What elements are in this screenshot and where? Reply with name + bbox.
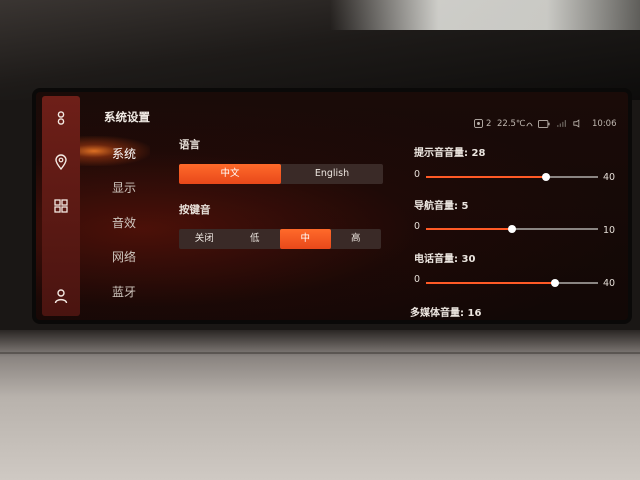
language-label: 语言 [179,139,200,151]
prompt-volume-value: 28 [471,148,486,159]
key-tone-label: 按键音 [179,204,211,216]
prompt-volume-max: 40 [603,172,616,183]
phone-volume-fill [426,282,555,284]
key-tone-option-high[interactable]: 高 [331,229,382,249]
nav-volume-thumb[interactable] [508,225,516,233]
nav-volume-value: 5 [461,201,469,212]
nav-volume-title: 导航音量: [414,201,458,212]
menu-item-network[interactable]: 网络 [96,246,152,268]
nav-volume-label: 导航音量: 5 [414,197,468,212]
apps-grid-icon[interactable] [51,196,71,216]
infotainment-screen: 系统设置 系统 显示 音效 网络 蓝牙 语言 中文 English 按键音 关闭… [36,92,628,320]
phone-volume-label: 电话音量: 30 [414,250,475,265]
menu-item-system[interactable]: 系统 [96,143,152,165]
link-icon[interactable] [51,108,71,128]
media-volume-title: 多媒体音量: [410,308,464,319]
prompt-volume-label: 提示音音量: 28 [414,144,485,159]
dashboard-trim [0,352,640,354]
location-pin-icon[interactable] [51,152,71,172]
prompt-volume-min: 0 [414,169,421,180]
mute-icon [573,119,583,131]
key-tone-selector: 关闭 低 中 高 [179,229,381,249]
phone-volume-min: 0 [414,274,421,285]
phone-volume-value: 30 [461,254,476,265]
key-tone-option-medium[interactable]: 中 [280,229,331,249]
key-tone-option-off[interactable]: 关闭 [179,229,230,249]
icon-rail [42,96,80,316]
menu-item-sound[interactable]: 音效 [96,212,152,234]
prompt-volume-fill [426,176,547,178]
menu-item-bluetooth[interactable]: 蓝牙 [96,281,152,303]
phone-volume-thumb[interactable] [551,279,559,287]
signal-icon [557,119,567,131]
media-volume-value: 16 [467,308,482,319]
language-option-english[interactable]: English [281,164,383,184]
media-volume-label: 多媒体音量: 16 [410,304,481,319]
phone-volume-slider[interactable] [426,279,598,287]
nav-volume-max: 10 [603,225,616,236]
fan-icon [474,119,483,131]
temperature-readout: 22.5℃ [497,119,526,129]
phone-volume-max: 40 [603,278,616,289]
user-icon[interactable] [51,286,71,306]
prompt-volume-thumb[interactable] [542,173,551,181]
key-tone-option-low[interactable]: 低 [230,229,281,249]
clock-time: 10:06 [592,119,617,129]
nav-volume-min: 0 [414,221,421,232]
heat-icon [525,119,534,131]
nav-volume-fill [426,228,512,230]
menu-item-display[interactable]: 显示 [96,177,152,199]
language-selector: 中文 English [179,164,383,184]
nav-volume-slider[interactable] [426,225,598,233]
prompt-volume-slider[interactable] [426,173,598,181]
fan-level: 2 [486,119,492,129]
settings-title: 系统设置 [104,110,150,124]
phone-volume-title: 电话音量: [414,254,458,265]
prompt-volume-title: 提示音音量: [414,148,468,159]
battery-icon [538,120,550,131]
language-option-chinese[interactable]: 中文 [179,164,281,184]
window-glare [330,0,640,30]
